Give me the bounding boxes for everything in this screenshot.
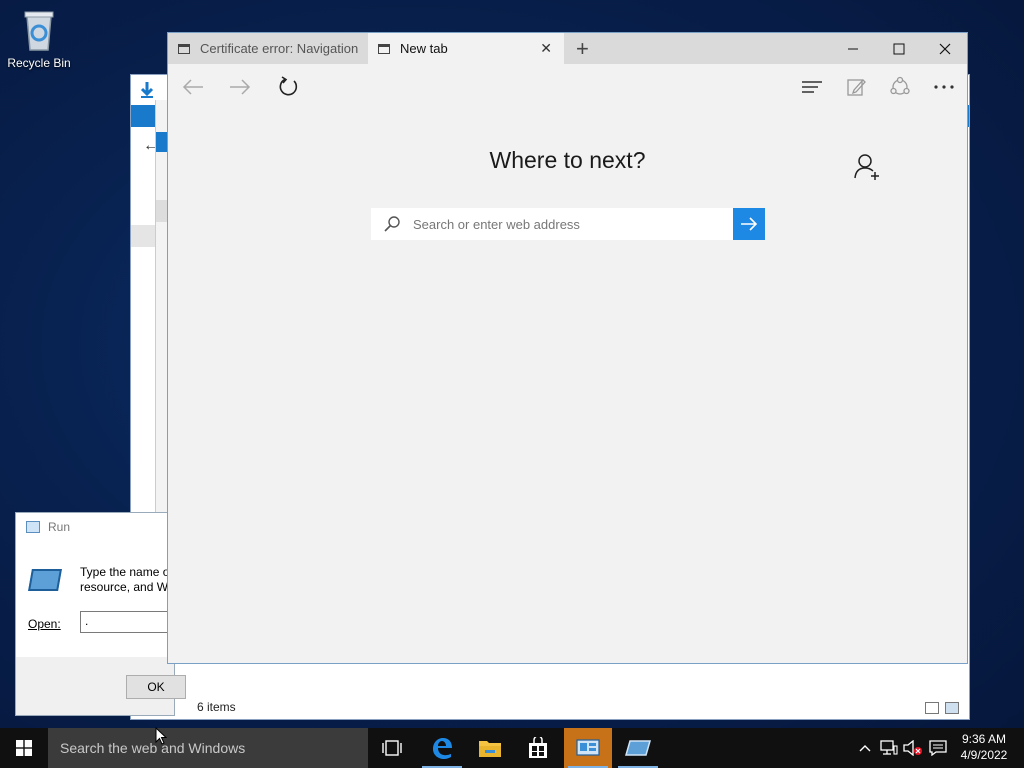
hub-icon bbox=[802, 81, 822, 93]
tab-certificate-error[interactable]: Certificate error: Navigation blocked bbox=[168, 33, 368, 64]
web-note-button[interactable] bbox=[839, 70, 873, 104]
store-icon bbox=[529, 737, 547, 758]
more-button[interactable] bbox=[927, 70, 961, 104]
nav-bar bbox=[168, 64, 967, 108]
taskbar-search[interactable]: Search the web and Windows bbox=[48, 728, 368, 768]
explorer-statusbar: 6 items bbox=[183, 695, 969, 719]
forward-arrow-icon bbox=[230, 79, 251, 95]
volume-button[interactable] bbox=[902, 728, 924, 768]
arrow-right-icon bbox=[741, 217, 758, 231]
run-description: Type the name o resource, and Wi bbox=[80, 565, 171, 595]
notifications-icon bbox=[929, 740, 947, 756]
network-icon bbox=[880, 740, 898, 755]
close-tab-icon[interactable]: ✕ bbox=[540, 40, 552, 57]
share-icon bbox=[890, 76, 910, 95]
open-input[interactable]: . bbox=[80, 611, 180, 633]
chevron-up-icon bbox=[859, 745, 871, 752]
recycle-bin-label: Recycle Bin bbox=[7, 56, 71, 70]
store-taskbar-button[interactable] bbox=[514, 728, 562, 768]
run-dialog: Run Type the name o resource, and Wi Ope… bbox=[15, 512, 186, 716]
clock-time: 9:36 AM bbox=[961, 732, 1007, 746]
show-hidden-icons-button[interactable] bbox=[856, 728, 874, 768]
edge-browser-window: Certificate error: Navigation blocked Ne… bbox=[167, 32, 968, 664]
add-person-icon[interactable] bbox=[854, 153, 882, 186]
minimize-button[interactable] bbox=[830, 33, 876, 64]
control-panel-icon bbox=[576, 739, 600, 756]
item-count: 6 items bbox=[197, 700, 236, 714]
address-search-box[interactable] bbox=[371, 208, 733, 240]
run-icon bbox=[625, 740, 651, 756]
network-button[interactable] bbox=[878, 728, 900, 768]
tab-new-tab[interactable]: New tab ✕ bbox=[368, 33, 564, 64]
edge-taskbar-button[interactable] bbox=[418, 728, 466, 768]
tab-label: New tab bbox=[400, 41, 448, 56]
run-description-line2: resource, and Wi bbox=[80, 580, 171, 594]
search-input[interactable] bbox=[411, 215, 715, 233]
web-note-icon bbox=[847, 79, 866, 96]
volume-muted-icon bbox=[903, 740, 922, 756]
recycle-bin[interactable]: Recycle Bin bbox=[4, 8, 74, 70]
task-view-button[interactable] bbox=[368, 728, 416, 768]
tab-page-icon bbox=[378, 43, 390, 54]
share-button[interactable] bbox=[883, 70, 917, 104]
open-label: Open: bbox=[28, 617, 61, 631]
ok-button[interactable]: OK bbox=[126, 675, 186, 699]
open-label-text: Open: bbox=[28, 617, 61, 631]
close-icon bbox=[939, 43, 951, 54]
start-button[interactable] bbox=[0, 728, 48, 768]
run-description-line1: Type the name o bbox=[80, 565, 170, 579]
taskbar: Search the web and Windows 9:36 AM 4/9/2… bbox=[0, 728, 1024, 768]
run-body: Type the name o resource, and Wi Open: . bbox=[16, 541, 180, 657]
back-button[interactable] bbox=[176, 70, 210, 104]
maximize-icon bbox=[893, 43, 905, 54]
tab-label: Certificate error: Navigation blocked bbox=[200, 41, 362, 56]
page-heading: Where to next? bbox=[489, 147, 646, 173]
search-icon bbox=[384, 216, 400, 232]
task-view-icon bbox=[382, 740, 402, 756]
refresh-icon bbox=[279, 76, 298, 96]
run-small-icon bbox=[26, 521, 40, 533]
details-view-icon[interactable] bbox=[925, 702, 939, 714]
explorer-nav-pane-item[interactable] bbox=[131, 225, 157, 247]
forward-button[interactable] bbox=[223, 70, 257, 104]
hub-button[interactable] bbox=[795, 70, 829, 104]
recycle-bin-icon bbox=[24, 11, 54, 51]
tab-page-icon bbox=[178, 43, 190, 54]
run-taskbar-button[interactable] bbox=[614, 728, 662, 768]
folder-icon bbox=[479, 741, 501, 757]
run-title: Run bbox=[48, 520, 71, 534]
clock-date: 4/9/2022 bbox=[960, 748, 1008, 762]
run-app-icon bbox=[28, 569, 62, 591]
run-titlebar[interactable]: Run bbox=[16, 513, 174, 541]
back-arrow-icon bbox=[182, 79, 203, 95]
close-window-button[interactable] bbox=[922, 33, 968, 64]
minimize-icon bbox=[848, 48, 858, 49]
action-center-button[interactable] bbox=[926, 728, 950, 768]
download-arrow-icon bbox=[140, 82, 154, 98]
more-icon bbox=[934, 85, 954, 89]
control-panel-taskbar-button[interactable] bbox=[564, 728, 612, 768]
windows-logo-icon bbox=[16, 740, 32, 756]
new-tab-button[interactable]: + bbox=[576, 36, 589, 62]
tab-strip: Certificate error: Navigation blocked Ne… bbox=[168, 33, 967, 64]
go-button[interactable] bbox=[733, 208, 765, 240]
file-explorer-taskbar-button[interactable] bbox=[466, 728, 514, 768]
large-icons-view-icon[interactable] bbox=[945, 702, 959, 714]
edge-icon bbox=[433, 738, 452, 759]
refresh-button[interactable] bbox=[271, 70, 305, 104]
clock[interactable]: 9:36 AM 4/9/2022 bbox=[952, 731, 1016, 763]
mouse-cursor-icon bbox=[155, 726, 168, 750]
maximize-button[interactable] bbox=[876, 33, 922, 64]
